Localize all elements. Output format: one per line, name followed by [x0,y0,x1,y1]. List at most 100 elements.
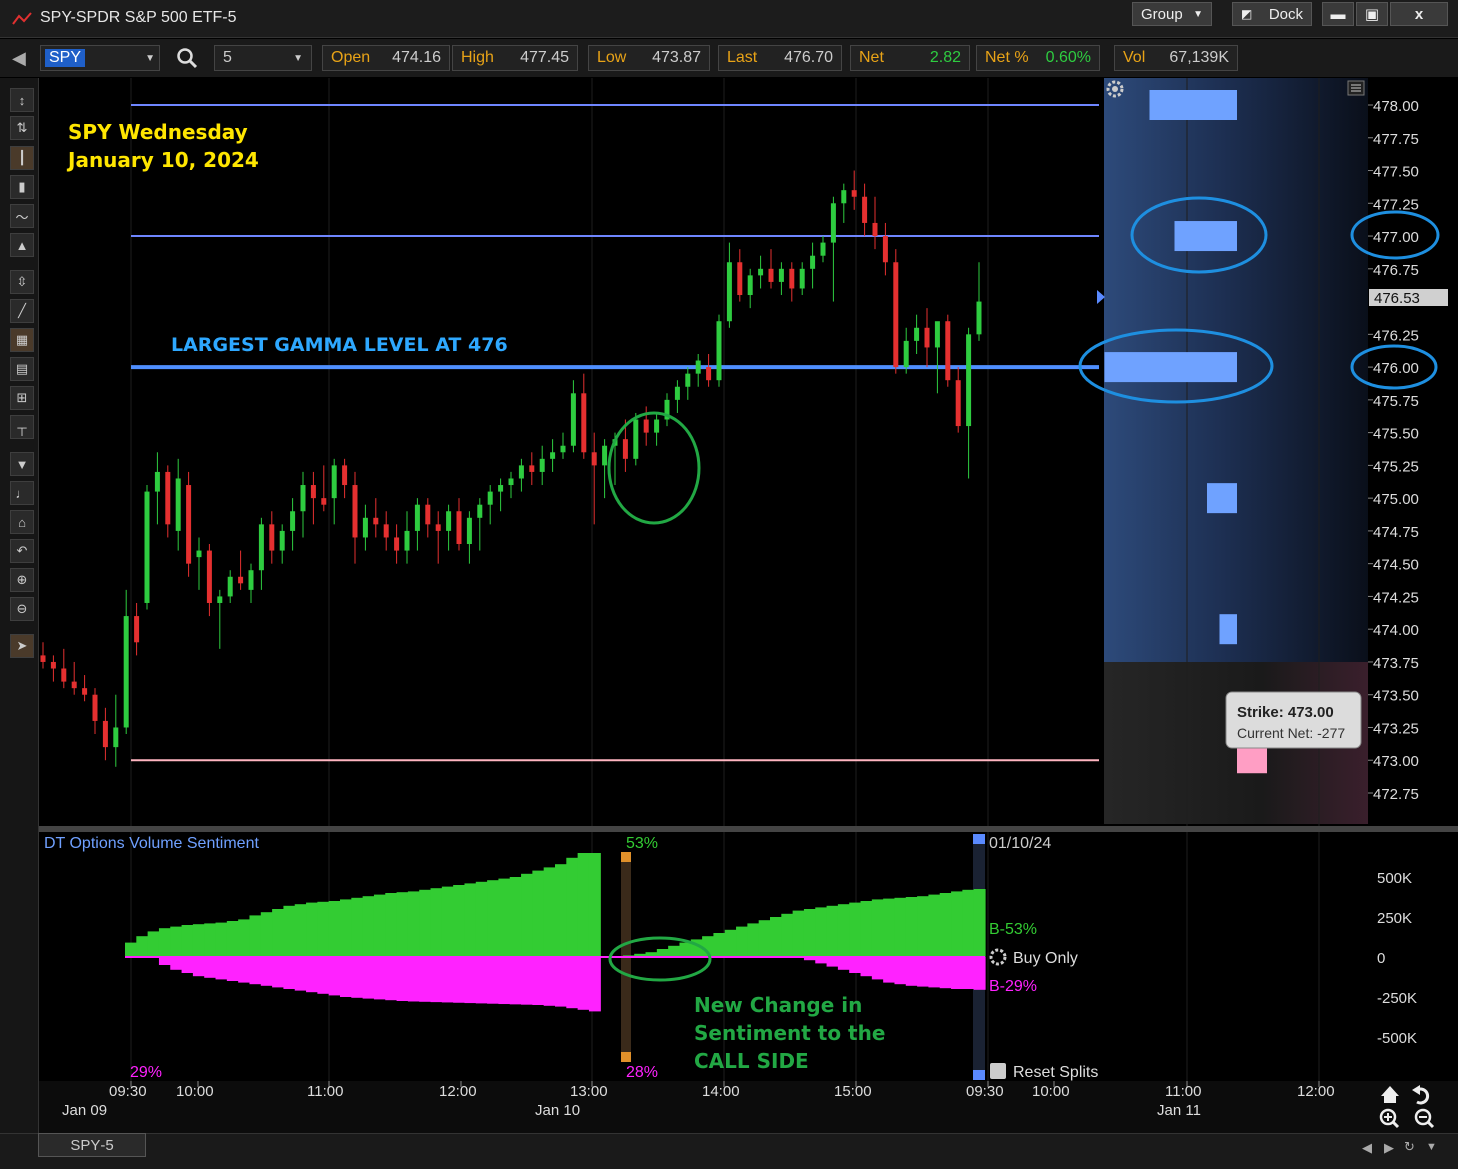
quote-key: Net [859,49,884,66]
sell-volume-bar [396,957,409,1001]
tab-spy-5[interactable]: SPY -5 [38,1133,146,1157]
buy-volume-bar [770,917,782,957]
vertical-line-icon[interactable]: ┬ [10,415,34,439]
buy-volume-bar [837,904,850,957]
candle-body [362,517,368,538]
chart-area[interactable]: 478.00477.75477.50477.25477.00476.75476.… [39,78,1458,1133]
scale-tool-icon[interactable]: ⇳ [10,270,34,294]
prev-icon[interactable]: ◀ [1362,1140,1372,1156]
sell-volume-bar [532,957,545,1005]
price-axis: 478.00477.75477.50477.25477.00476.75476.… [1368,78,1458,826]
buy-volume-bar [577,853,590,957]
candle-body [882,236,888,263]
pointer-icon[interactable]: ➤ [10,634,34,658]
grid-icon[interactable]: ▦ [10,328,34,352]
trendline-tool-icon[interactable]: ╱ [10,299,34,323]
sell-volume-bar [555,957,567,1007]
buy-volume-bar [871,899,884,957]
menu-icon[interactable] [1347,80,1365,96]
candle-body [258,524,264,571]
note-icon[interactable]: ♩ [10,481,34,505]
back-arrow-icon[interactable]: ◀ [12,48,26,69]
candle-body [716,321,722,381]
sentiment-annotation-line3: CALL SIDE [694,1049,809,1073]
buy-volume-bar [306,902,318,957]
candle-body [934,321,940,348]
close-button[interactable]: x [1390,2,1448,26]
quote-net-pct: Net % 0.60% [976,45,1100,71]
cursor-tool-icon[interactable]: ↕ [10,88,34,112]
pin-icon[interactable]: ▼ [10,452,34,476]
candle-body [82,688,88,695]
area-chart-icon[interactable]: ▲ [10,233,34,257]
maximize-button[interactable]: ▣ [1356,2,1388,26]
candlestick-tool-icon[interactable]: ┃ [10,146,34,170]
line-chart-icon[interactable]: 〜 [10,204,34,228]
sell-volume-bar [340,957,352,997]
candle-body [550,452,556,459]
quote-value: 2.82 [929,49,961,66]
crosshair-tool-icon[interactable]: ⇅ [10,116,34,140]
candle-body [830,203,836,243]
split-handle [621,852,631,862]
tooltip-net: Current Net: -277 [1237,725,1345,741]
buy-volume-bar [215,922,228,957]
buy-volume-bar [668,945,681,957]
dock-button[interactable]: ◩ Dock [1232,2,1312,26]
panel-divider[interactable] [39,826,1458,832]
chevron-down-icon[interactable]: ▼ [1426,1141,1437,1153]
sentiment-left-pct: 29% [130,1064,162,1081]
sell-volume-bar [566,957,579,1009]
sell-volume-bar [181,957,194,973]
price-tick-label: 476.75 [1373,262,1419,279]
price-tick-label: 477.00 [1373,229,1419,246]
buy-only-label: Buy Only [1013,950,1078,967]
buy-volume-bar [588,853,601,957]
quote-toolbar: ◀ SPY ▼ 5 ▼ Open 474.16 High 477.45 Low 473… [0,39,1458,77]
candle-body [425,504,431,525]
price-tick-label: 475.75 [1373,393,1419,410]
candle-body [622,439,628,459]
sell-volume-bar [498,957,511,1005]
buy-volume-bar [238,919,251,957]
buy-volume-bar [826,905,839,957]
candle-body [778,268,784,282]
candle-body [581,393,587,453]
candle-body [123,616,129,728]
candle-body [747,275,753,296]
candle-body [633,419,639,459]
crosshair-icon[interactable]: ⊞ [10,386,34,410]
sell-volume-bar [543,957,556,1006]
sentiment-annotation-line1: New Change in [694,993,862,1017]
candle-body [654,419,660,433]
date-annotation-line2: January 10, 2024 [66,148,259,172]
zoom-out-icon[interactable]: ⊖ [10,597,34,621]
undo-icon[interactable]: ↶ [10,539,34,563]
interval-select[interactable]: 5 ▼ [214,45,312,71]
buy-volume-bar [928,894,941,957]
sell-volume-bar [215,957,228,980]
next-icon[interactable]: ▶ [1384,1140,1394,1156]
minimize-button[interactable]: ▬ [1322,2,1354,26]
buy-volume-bar [158,928,171,957]
table-icon[interactable]: ▤ [10,357,34,381]
candle-body [404,530,410,551]
buy-volume-bar [883,898,896,957]
sell-volume-bar [894,957,907,985]
zoom-in-icon[interactable]: ⊕ [10,568,34,592]
group-button[interactable]: Group ▼ [1132,2,1212,26]
symbol-input[interactable]: SPY ▼ [40,45,160,71]
buy-volume-bar [385,893,398,957]
refresh-icon[interactable]: ↻ [1404,1139,1415,1155]
gamma-bar [1174,221,1237,252]
quote-value: 476.70 [784,49,833,66]
home-icon[interactable]: ⌂ [10,510,34,534]
buy-volume-bar [498,878,511,957]
bar-chart-icon[interactable]: ▮ [10,175,34,199]
candle-body [695,360,701,374]
buy-volume-bar [509,877,522,957]
candle-body [903,340,909,368]
search-icon[interactable] [176,47,198,74]
buy-volume-bar [736,926,748,957]
sell-volume-bar [939,957,952,989]
